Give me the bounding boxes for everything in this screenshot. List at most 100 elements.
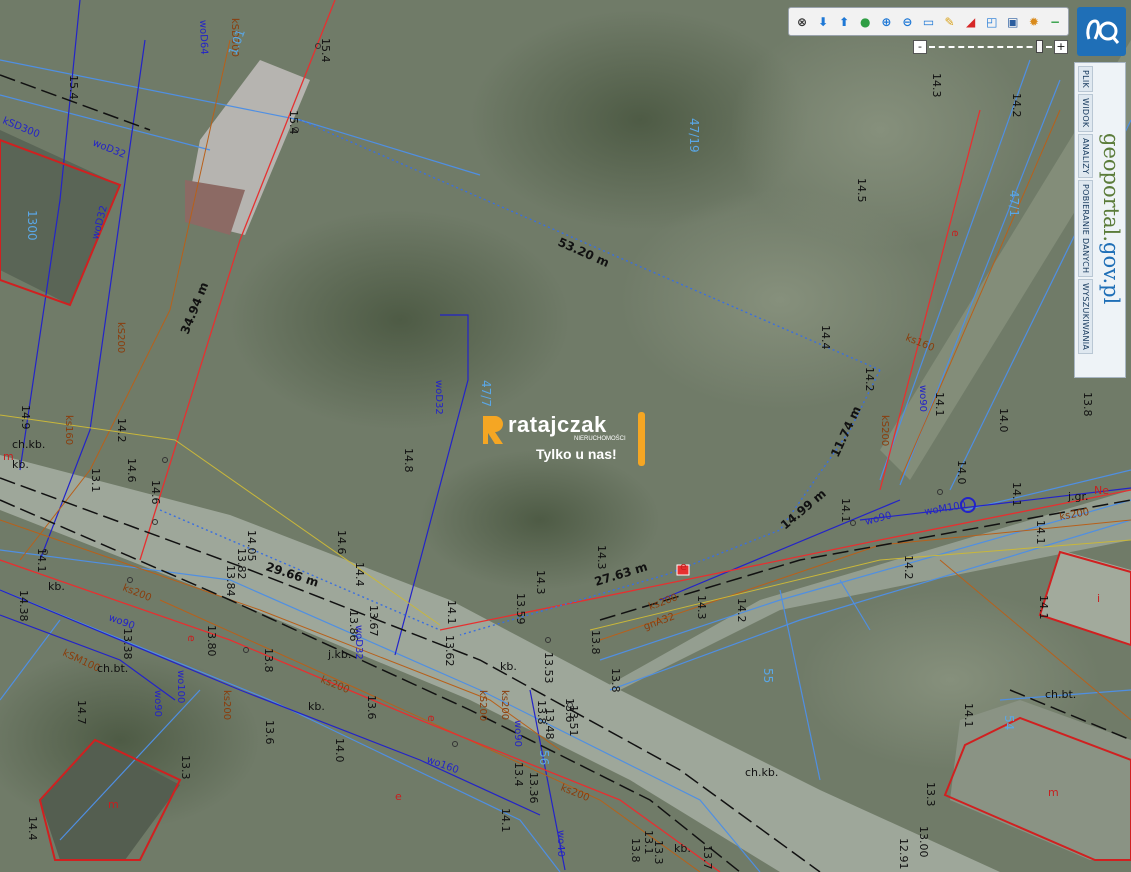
svg-text:15.4: 15.4 [67,75,80,100]
measure-pencil-button[interactable]: ✎ [941,12,959,31]
svg-text:woD32: woD32 [353,625,364,660]
settings-button[interactable]: ✹ [1025,12,1043,31]
svg-text:wo90: wo90 [152,690,163,717]
arrow-up-button[interactable]: ⬆ [835,12,853,31]
svg-text:kb.: kb. [12,458,29,471]
svg-text:e: e [185,635,198,642]
svg-text:wo90: wo90 [917,385,928,412]
close-button[interactable]: − [1046,12,1064,31]
info-button[interactable]: ◰ [983,12,1001,31]
svg-text:14.1: 14.1 [839,498,852,523]
svg-text:e: e [425,715,438,722]
zoom-in-icon: ⊕ [881,14,892,29]
zoom-slider[interactable]: - + [913,40,1068,54]
svg-text:14.2: 14.2 [115,418,128,443]
svg-text:14.3: 14.3 [930,73,943,98]
svg-text:i: i [1097,592,1100,605]
side-menu: PLIK WIDOK ANALIZY POBIERANIE DANYCH WYS… [1074,62,1126,378]
watermark-tagline: Tylko u nas! [536,446,617,462]
svg-text:13.8: 13.8 [1081,392,1094,417]
zoom-in-button[interactable]: + [1054,40,1068,54]
geoportal-logo-icon [1085,18,1119,44]
tab-analizy[interactable]: ANALIZY [1078,133,1093,178]
svg-text:14.6: 14.6 [335,530,348,555]
svg-text:14.3: 14.3 [534,570,547,595]
pan-tool-icon: ⊗ [797,14,808,29]
svg-text:1300: 1300 [25,210,39,241]
svg-text:kS200: kS200 [477,690,488,721]
zoom-in-button[interactable]: ⊕ [877,12,895,31]
svg-text:14.4: 14.4 [819,325,832,350]
svg-text:54: 54 [1002,715,1016,730]
svg-text:ch.kb.: ch.kb. [12,438,45,451]
arrow-up-icon: ⬆ [839,14,850,29]
svg-text:13.48: 13.48 [543,708,556,740]
svg-text:13.6: 13.6 [263,720,276,745]
brand-tld: gov.pl [1099,242,1123,305]
svg-text:13.38: 13.38 [121,628,134,660]
svg-text:14.2: 14.2 [735,598,748,623]
print-icon: ▣ [1007,14,1019,29]
svg-text:ch.kb.: ch.kb. [745,766,778,779]
zoom-out-icon: ⊖ [902,14,913,29]
svg-text:13.84: 13.84 [224,565,237,597]
svg-text:14.8: 14.8 [402,448,415,473]
watermark-r-icon [483,416,503,444]
svg-text:55: 55 [761,668,775,683]
scale-icon: ▭ [922,14,935,29]
svg-text:woD64: woD64 [197,20,209,55]
brand-name: geoportal.gov.pl [1099,133,1123,304]
tab-wyszukiwania[interactable]: WYSZUKIWANIA [1078,279,1093,355]
tab-widok[interactable]: WIDOK [1078,94,1093,132]
svg-text:14.0: 14.0 [955,460,968,485]
svg-text:14.7: 14.7 [75,700,88,725]
info-icon: ◰ [986,14,998,29]
globe-button[interactable]: ● [856,12,874,31]
arrow-down-button[interactable]: ⬇ [814,12,832,31]
svg-text:e: e [949,230,962,237]
svg-text:13.00: 13.00 [917,826,930,858]
svg-text:13.6: 13.6 [365,695,378,720]
svg-text:14.1: 14.1 [933,392,946,417]
print-button[interactable]: ▣ [1004,12,1022,31]
measure-area-button[interactable]: ◢ [962,12,980,31]
svg-text:14.2: 14.2 [1010,93,1023,118]
svg-text:Ne: Ne [1094,484,1109,497]
scale-button[interactable]: ▭ [919,12,937,31]
zoom-out-button[interactable]: ⊖ [898,12,916,31]
svg-text:ch.bt.: ch.bt. [1045,688,1076,701]
watermark-sub: NIERUCHOMOŚCI [574,436,626,442]
zoom-thumb[interactable] [1035,40,1043,53]
svg-text:wo40: wo40 [555,830,566,857]
svg-text:ks200: ks200 [499,690,510,720]
svg-text:kb.: kb. [674,842,691,855]
pan-tool-button[interactable]: ⊗ [793,12,811,31]
svg-text:47/19: 47/19 [687,118,701,153]
svg-text:13.8: 13.8 [609,668,622,693]
svg-text:14.1: 14.1 [1034,520,1047,545]
svg-text:e: e [680,560,687,573]
zoom-out-button[interactable]: - [913,40,927,54]
svg-text:14.4: 14.4 [353,562,366,587]
svg-text:kb.: kb. [308,700,325,713]
tab-pobieranie-danych[interactable]: POBIERANIE DANYCH [1078,179,1093,278]
watermark-logo: ratajczak NIERUCHOMOŚCI Tylko u nas! [480,412,655,468]
svg-text:woD32: woD32 [433,380,444,415]
svg-text:m: m [108,798,119,811]
svg-text:47/7: 47/7 [479,380,493,407]
tab-plik[interactable]: PLIK [1078,66,1093,93]
svg-text:wo100: wo100 [175,670,186,703]
svg-text:13.80: 13.80 [205,625,218,657]
arrow-down-icon: ⬇ [818,14,829,29]
svg-text:j.kb.: j.kb. [327,648,351,661]
svg-text:13.1: 13.1 [89,468,102,493]
svg-text:kS200: kS200 [879,415,890,446]
svg-text:13.53: 13.53 [542,652,555,684]
svg-text:kb.: kb. [500,660,517,673]
geoportal-logo[interactable] [1077,7,1126,56]
svg-text:13.7: 13.7 [701,845,714,870]
zoom-track[interactable] [929,46,1052,48]
svg-text:14.1: 14.1 [35,548,48,573]
svg-text:13.8: 13.8 [629,838,642,863]
svg-text:ks160: ks160 [63,415,74,445]
